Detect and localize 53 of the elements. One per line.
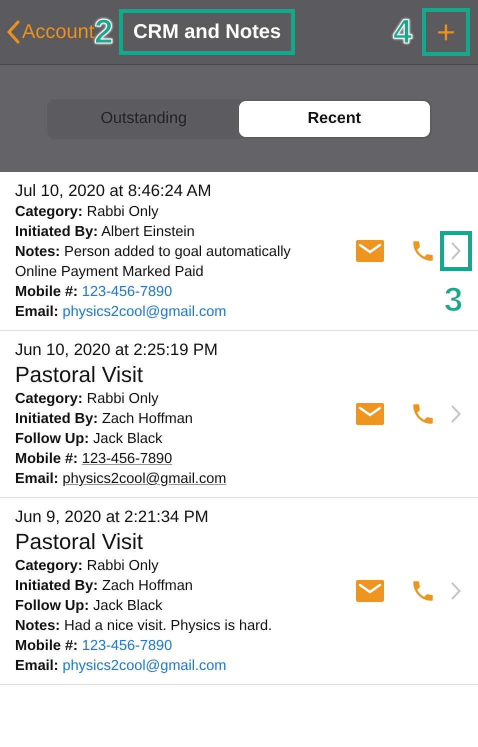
chevron-left-icon (6, 20, 20, 44)
mail-icon[interactable] (356, 403, 384, 425)
field-label: Notes: (15, 618, 60, 634)
field-label: Email: (15, 304, 59, 320)
segment-tab[interactable]: Recent (239, 100, 430, 136)
entry-date: Jun 10, 2020 at 2:25:19 PM (15, 340, 219, 361)
field-link[interactable]: 123-456-7890 (82, 451, 172, 467)
field-text: Online Payment Marked Paid (15, 263, 205, 282)
field-value: Jack Black (93, 431, 162, 447)
back-button[interactable]: Account (6, 17, 94, 47)
add-button[interactable]: + (422, 8, 470, 56)
field-value: Rabbi Only (86, 558, 158, 574)
field-value: Had a nice visit. Physics is hard. (64, 618, 272, 634)
chevron-right-icon[interactable] (451, 242, 461, 260)
field-label: Category: (15, 558, 83, 574)
entry-title: Pastoral Visit (15, 361, 144, 389)
screen-title: CRM and Notes (119, 9, 295, 55)
field-label: Follow Up: (15, 598, 90, 614)
mail-icon[interactable] (356, 240, 384, 262)
field-link[interactable]: physics2cool@gmail.com (62, 658, 226, 674)
field-value: Rabbi Only (86, 204, 158, 220)
field-value: Rabbi Only (86, 391, 158, 407)
field-value: Jack Black (93, 598, 162, 614)
mail-icon[interactable] (356, 580, 384, 602)
field-label: Notes: (15, 244, 60, 260)
segment-tab[interactable]: Outstanding (48, 100, 239, 136)
chevron-right-icon[interactable] (451, 405, 461, 423)
entry-title: Pastoral Visit (15, 528, 144, 556)
field-link[interactable]: physics2cool@gmail.com (62, 471, 226, 487)
field-label: Follow Up: (15, 431, 90, 447)
entry-date: Jul 10, 2020 at 8:46:24 AM (15, 181, 212, 202)
field-label: Mobile #: (15, 284, 78, 300)
field-value: Zach Hoffman (102, 411, 193, 427)
field-label: Email: (15, 471, 59, 487)
field-label: Initiated By: (15, 578, 98, 594)
callout-number: 4 (393, 15, 412, 49)
field-label: Category: (15, 204, 83, 220)
field-label: Mobile #: (15, 451, 78, 467)
entry-date: Jun 9, 2020 at 2:21:34 PM (15, 507, 210, 528)
field-label: Initiated By: (15, 224, 98, 240)
field-label: Category: (15, 391, 83, 407)
field-label: Mobile #: (15, 638, 78, 654)
field-label: Initiated By: (15, 411, 98, 427)
field-link[interactable]: 123-456-7890 (82, 284, 172, 300)
chevron-right-icon[interactable] (451, 582, 461, 600)
field-label: Email: (15, 658, 59, 674)
field-link[interactable]: 123-456-7890 (82, 638, 172, 654)
field-value: Albert Einstein (101, 224, 195, 240)
field-link[interactable]: physics2cool@gmail.com (62, 304, 226, 320)
callout-number: 2 (94, 15, 114, 49)
field-value: Person added to goal automatically (64, 244, 291, 260)
list-row[interactable]: Jun 10, 2020 at 2:25:19 PM Pastoral Visit Category: Rabbi Only Initiated By: Zach Hoffman Follow Up: Jack Black Mobile #: 123-456-7890 Email: physics2cool@gmail.com (0, 331, 478, 498)
field-value: Zach Hoffman (102, 578, 193, 594)
